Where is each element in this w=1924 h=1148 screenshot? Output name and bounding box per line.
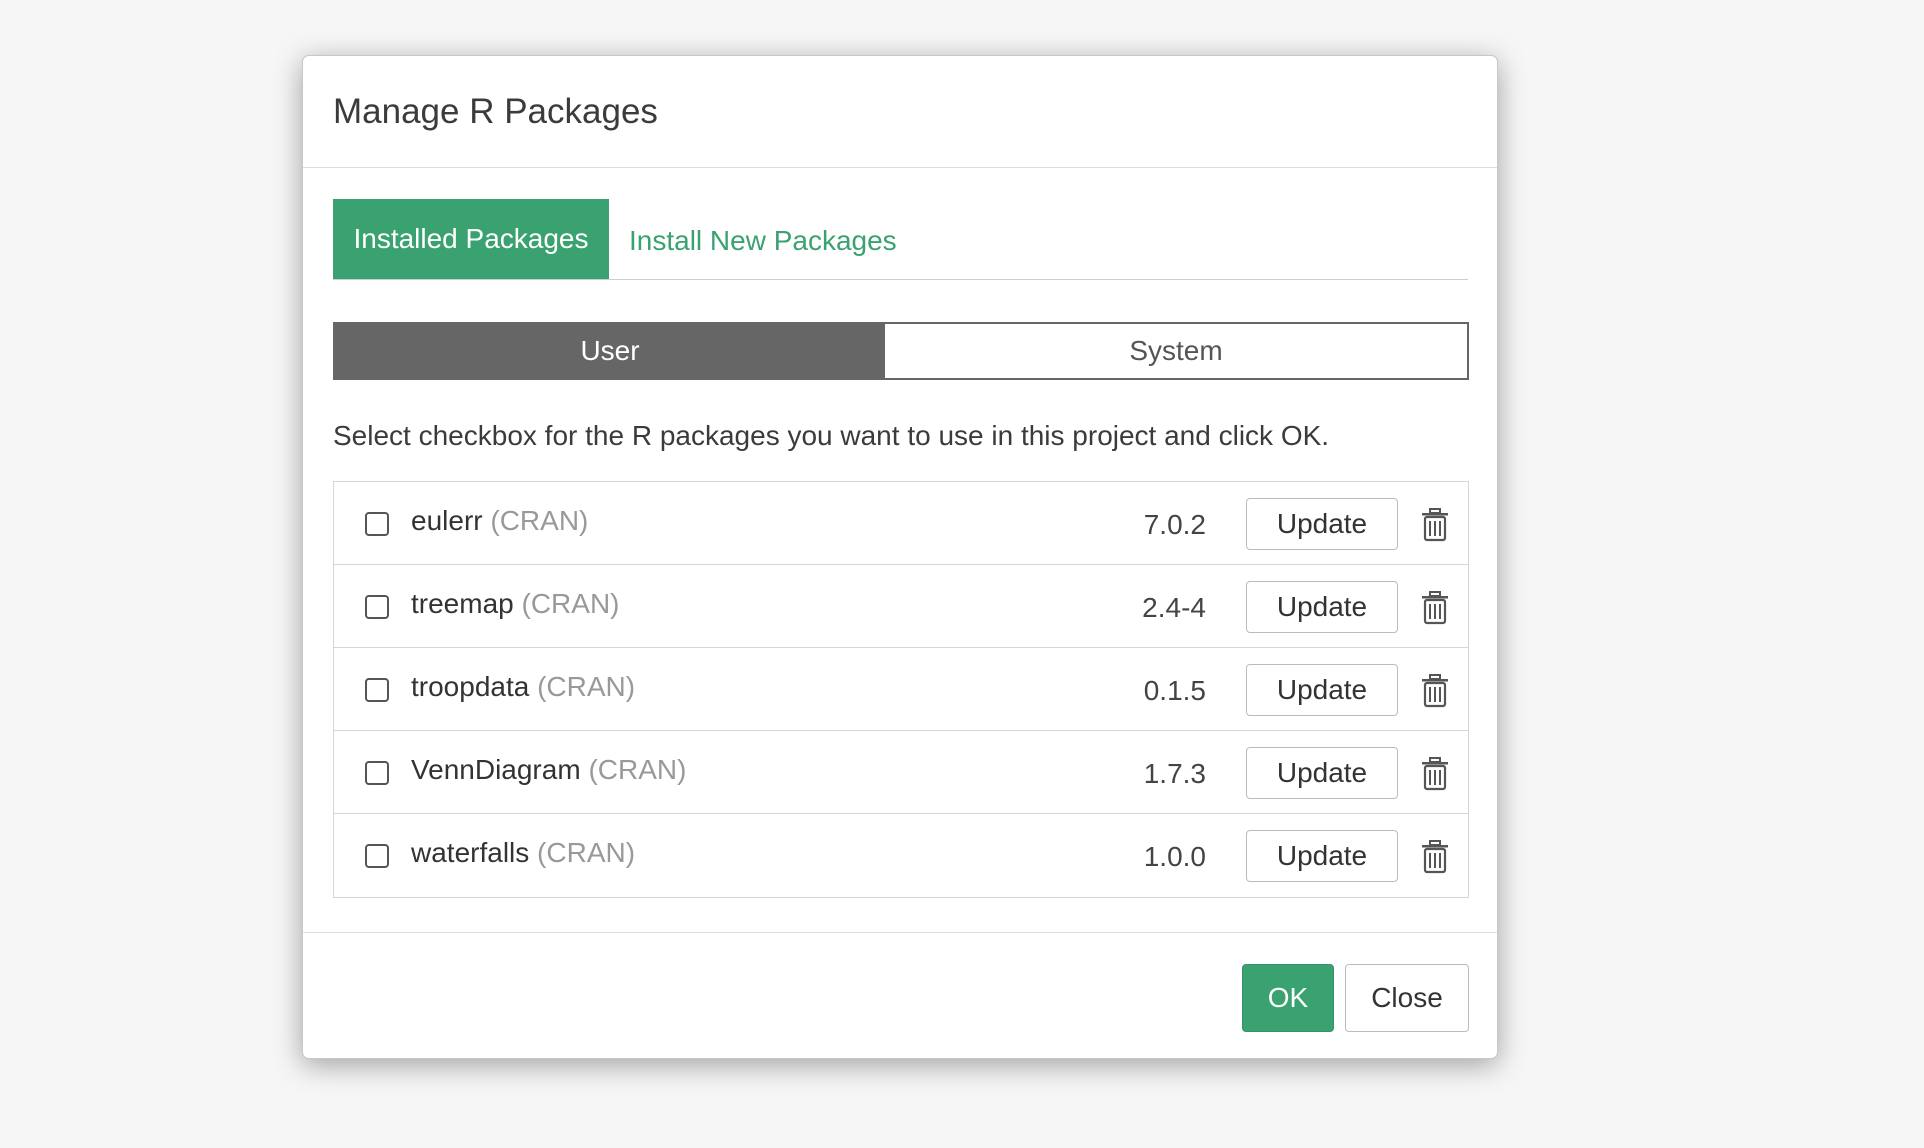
trash-icon[interactable] [1420,591,1450,625]
dialog-footer: OK Close [303,932,1497,1058]
package-source: (CRAN) [537,671,636,702]
package-name: eulerr [411,505,483,536]
package-label: VennDiagram (CRAN) [411,753,686,787]
package-label: treemap (CRAN) [411,587,620,621]
package-source: (CRAN) [521,588,620,619]
package-row: waterfalls (CRAN) 1.0.0 Update [334,814,1468,897]
package-version: 1.7.3 [1143,758,1206,789]
package-checkbox[interactable] [365,678,389,702]
trash-icon[interactable] [1420,840,1450,874]
package-label: waterfalls (CRAN) [411,836,635,870]
update-button[interactable]: Update [1246,664,1398,716]
package-tabs: Installed Packages Install New Packages [333,199,1468,280]
package-name: VennDiagram [411,754,581,785]
package-label: troopdata (CRAN) [411,670,635,704]
update-button[interactable]: Update [1246,581,1398,633]
toggle-user-button[interactable]: User [335,324,885,378]
update-button[interactable]: Update [1246,498,1398,550]
tab-install-new-packages[interactable]: Install New Packages [629,201,897,281]
update-button[interactable]: Update [1246,747,1398,799]
update-button[interactable]: Update [1246,830,1398,882]
package-version: 1.0.0 [1143,841,1206,872]
package-label: eulerr (CRAN) [411,504,588,538]
package-version: 2.4-4 [1142,592,1206,623]
package-name: waterfalls [411,837,530,868]
manage-r-packages-dialog: Manage R Packages Installed Packages Ins… [302,55,1498,1059]
ok-button[interactable]: OK [1242,964,1334,1032]
package-checkbox[interactable] [365,844,389,868]
toggle-system-button[interactable]: System [885,324,1467,378]
trash-icon[interactable] [1420,508,1450,542]
library-toggle: User System [333,322,1469,380]
package-row: troopdata (CRAN) 0.1.5 Update [334,648,1468,731]
package-list: eulerr (CRAN) 7.0.2 Update treemap (CRAN… [333,481,1469,898]
package-source: (CRAN) [588,754,687,785]
instructions-text: Select checkbox for the R packages you w… [333,420,1330,451]
trash-icon[interactable] [1420,674,1450,708]
package-checkbox[interactable] [365,595,389,619]
close-button[interactable]: Close [1345,964,1469,1032]
package-source: (CRAN) [537,837,636,868]
trash-icon[interactable] [1420,757,1450,791]
package-row: eulerr (CRAN) 7.0.2 Update [334,482,1468,565]
dialog-title: Manage R Packages [333,92,658,131]
dialog-header: Manage R Packages [303,56,1497,168]
package-version: 7.0.2 [1143,509,1206,540]
package-version: 0.1.5 [1143,675,1206,706]
package-name: treemap [411,588,514,619]
package-source: (CRAN) [490,505,589,536]
package-row: treemap (CRAN) 2.4-4 Update [334,565,1468,648]
package-name: troopdata [411,671,530,702]
package-row: VennDiagram (CRAN) 1.7.3 Update [334,731,1468,814]
package-checkbox[interactable] [365,512,389,536]
package-checkbox[interactable] [365,761,389,785]
tab-installed-packages[interactable]: Installed Packages [333,199,609,279]
